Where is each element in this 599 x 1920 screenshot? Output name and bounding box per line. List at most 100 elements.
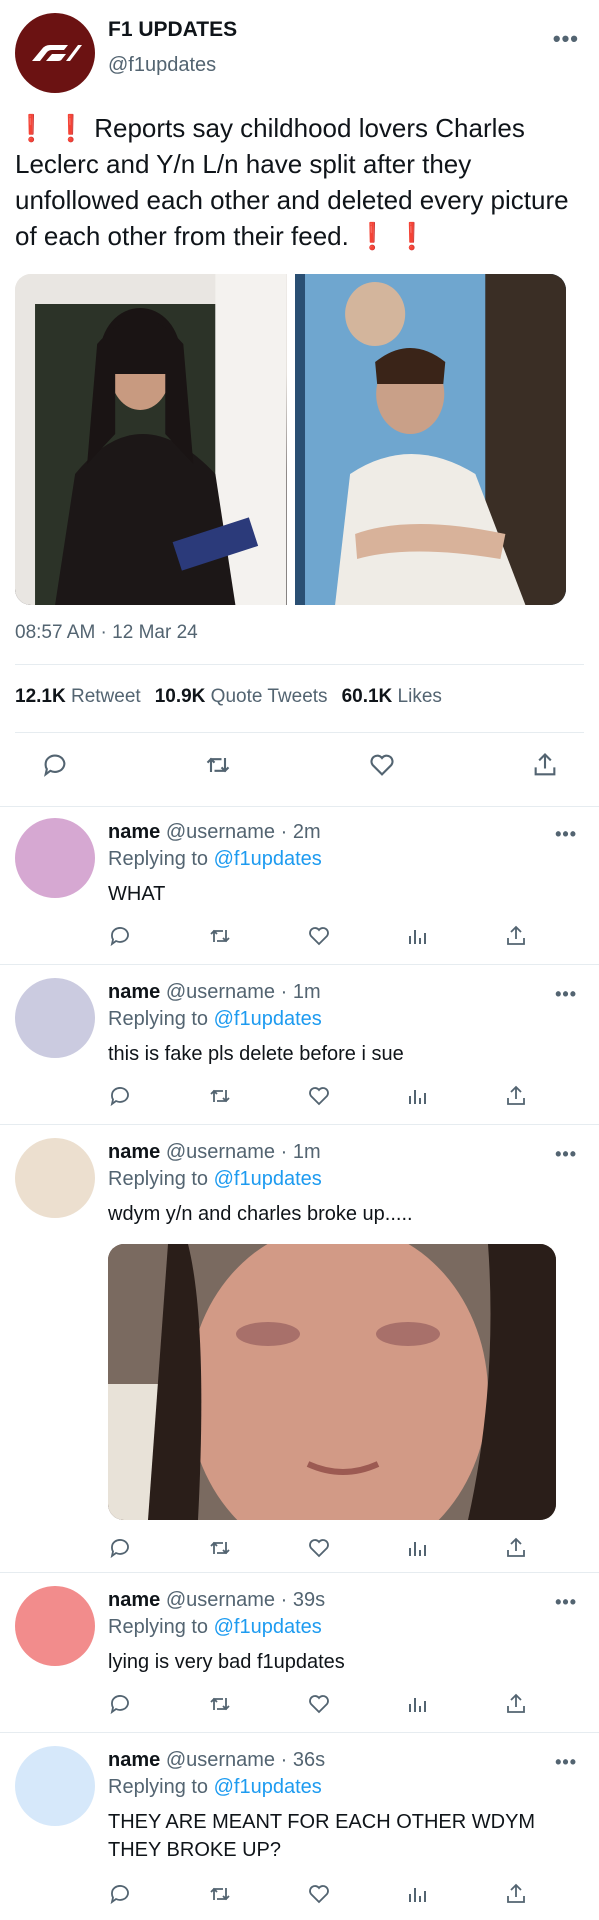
reply-text: WHAT	[108, 883, 166, 905]
analytics-icon[interactable]	[406, 1692, 430, 1716]
divider	[15, 732, 584, 733]
exclamation-marks: ❗ ❗	[356, 221, 429, 251]
retweet-icon[interactable]	[207, 1692, 233, 1716]
tweet-timestamp: 08:57 AM · 12 Mar 24	[15, 622, 198, 643]
like-icon[interactable]	[307, 1882, 331, 1906]
reply-author-name[interactable]: name	[108, 821, 160, 843]
divider	[0, 1732, 599, 1733]
share-icon[interactable]	[504, 1084, 528, 1108]
replying-to: Replying to @f1updates	[108, 1776, 322, 1798]
like-icon[interactable]	[307, 924, 331, 948]
retweet-icon[interactable]	[207, 1536, 233, 1560]
share-icon[interactable]	[504, 1882, 528, 1906]
reply-header: name @username · 1m	[108, 981, 321, 1004]
quote-stat[interactable]: 10.9K Quote Tweets	[155, 686, 328, 708]
more-horizontal-icon[interactable]: •••	[555, 824, 577, 845]
tweet-text: ❗ ❗ Reports say childhood lovers Charles…	[15, 110, 585, 254]
avatar[interactable]	[15, 1138, 95, 1218]
media-photo-left[interactable]	[15, 274, 287, 605]
reply-author-name[interactable]: name	[108, 1589, 160, 1611]
more-horizontal-icon[interactable]: •••	[555, 1144, 577, 1165]
avatar[interactable]	[15, 1586, 95, 1666]
reply-meta: @username · 1m	[165, 981, 321, 1003]
avatar[interactable]	[15, 978, 95, 1058]
divider	[0, 1572, 599, 1573]
reply-actions	[108, 1536, 528, 1560]
likes-stat[interactable]: 60.1K Likes	[342, 686, 442, 708]
reply-icon[interactable]	[108, 1084, 132, 1108]
reply-header: name @username · 36s	[108, 1749, 325, 1772]
replying-to: Replying to @f1updates	[108, 1616, 322, 1638]
reply-header: name @username · 2m	[108, 821, 321, 844]
avatar[interactable]	[15, 1746, 95, 1826]
replying-to: Replying to @f1updates	[108, 848, 322, 870]
like-icon[interactable]	[307, 1692, 331, 1716]
reply-icon[interactable]	[108, 1692, 132, 1716]
reply-header: name @username · 39s	[108, 1589, 325, 1612]
replying-to: Replying to @f1updates	[108, 1008, 322, 1030]
reply-actions	[108, 1692, 528, 1716]
reply-icon[interactable]	[40, 750, 70, 780]
analytics-icon[interactable]	[406, 924, 430, 948]
reply-author-name[interactable]: name	[108, 981, 160, 1003]
analytics-icon[interactable]	[406, 1084, 430, 1108]
reply-meta: @username · 39s	[165, 1589, 326, 1611]
author-name[interactable]: F1 UPDATES	[108, 18, 237, 42]
divider	[15, 664, 584, 665]
share-icon[interactable]	[504, 924, 528, 948]
analytics-icon[interactable]	[406, 1882, 430, 1906]
reply-text: wdym y/n and charles broke up.....	[108, 1203, 413, 1225]
more-horizontal-icon[interactable]: •••	[555, 984, 577, 1005]
more-horizontal-icon[interactable]: •••	[555, 1752, 577, 1773]
reply-icon[interactable]	[108, 1882, 132, 1906]
reply-actions	[108, 1882, 528, 1906]
media-photo-right[interactable]	[294, 274, 566, 605]
f1-logo-icon	[32, 45, 82, 61]
reply-text: THEY ARE MEANT FOR EACH OTHER WDYM THEY …	[108, 1811, 536, 1861]
like-icon[interactable]	[307, 1084, 331, 1108]
author-handle[interactable]: @f1updates	[108, 54, 216, 77]
reply-meta: @username · 36s	[165, 1749, 326, 1771]
retweet-icon[interactable]	[207, 1882, 233, 1906]
retweet-icon[interactable]	[207, 1084, 233, 1108]
reply-header: name @username · 1m	[108, 1141, 321, 1164]
reply-actions	[108, 924, 528, 948]
reply-text: lying is very bad f1updates	[108, 1651, 345, 1673]
share-icon[interactable]	[504, 1692, 528, 1716]
divider	[0, 806, 599, 807]
reply-text: this is fake pls delete before i sue	[108, 1043, 404, 1065]
replying-to-link[interactable]: @f1updates	[214, 1616, 322, 1638]
retweet-icon[interactable]	[207, 924, 233, 948]
reply-author-name[interactable]: name	[108, 1141, 160, 1163]
replying-to-link[interactable]: @f1updates	[214, 1008, 322, 1030]
reply-meta: @username · 1m	[165, 1141, 321, 1163]
replying-to-link[interactable]: @f1updates	[214, 1776, 322, 1798]
divider	[0, 1124, 599, 1125]
retweet-icon[interactable]	[203, 750, 233, 780]
tweet-media	[15, 274, 566, 605]
reply-meta: @username · 2m	[165, 821, 321, 843]
reply-author-name[interactable]: name	[108, 1749, 160, 1771]
tweet-body: Reports say childhood lovers Charles Lec…	[15, 113, 569, 251]
retweet-stat[interactable]: 12.1K Retweet	[15, 686, 141, 708]
replying-to-link[interactable]: @f1updates	[214, 848, 322, 870]
analytics-icon[interactable]	[406, 1536, 430, 1560]
avatar[interactable]	[15, 13, 95, 93]
more-horizontal-icon[interactable]: •••	[555, 1592, 577, 1613]
avatar[interactable]	[15, 818, 95, 898]
reply-icon[interactable]	[108, 1536, 132, 1560]
share-icon[interactable]	[504, 1536, 528, 1560]
more-horizontal-icon[interactable]: •••	[553, 26, 579, 52]
reply-actions	[108, 1084, 528, 1108]
like-icon[interactable]	[367, 750, 397, 780]
divider	[0, 964, 599, 965]
like-icon[interactable]	[307, 1536, 331, 1560]
tweet-actions	[40, 750, 560, 780]
tweet-stats: 12.1K Retweet 10.9K Quote Tweets 60.1K L…	[15, 686, 442, 708]
replying-to-link[interactable]: @f1updates	[214, 1168, 322, 1190]
replying-to: Replying to @f1updates	[108, 1168, 322, 1190]
exclamation-marks: ❗ ❗	[15, 113, 87, 143]
reply-media-photo[interactable]	[108, 1244, 556, 1520]
share-icon[interactable]	[530, 750, 560, 780]
reply-icon[interactable]	[108, 924, 132, 948]
